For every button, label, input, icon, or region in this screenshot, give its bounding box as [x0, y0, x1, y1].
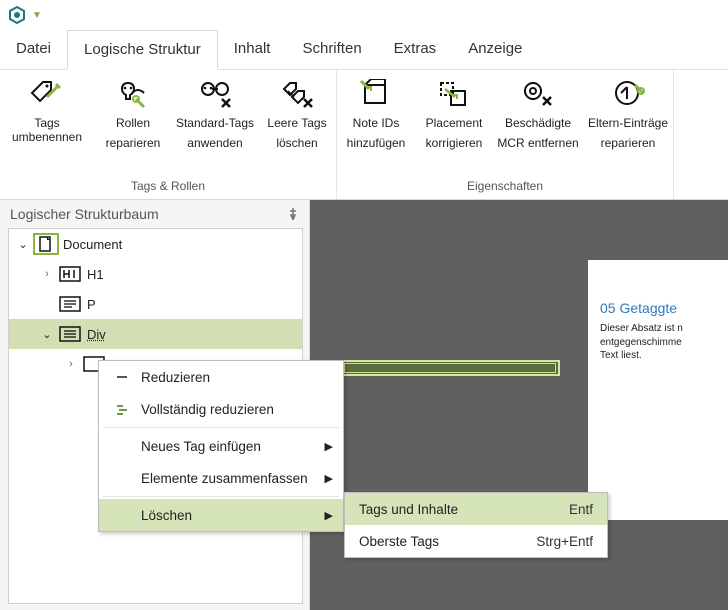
panel-title-text: Logischer Strukturbaum	[10, 206, 159, 222]
context-submenu-loeschen: Tags und Inhalte Entf Oberste Tags Strg+…	[344, 492, 608, 558]
delete-empty-tags-icon	[278, 78, 316, 110]
selection-highlight	[340, 360, 560, 376]
menu-label: Tags und Inhalte	[359, 502, 458, 517]
menu-item-vollstaendig-reduzieren[interactable]: Vollständig reduzieren	[99, 393, 343, 425]
tree-node-document[interactable]: ⌄ Document	[9, 229, 302, 259]
expand-icon[interactable]: ⌄	[41, 328, 53, 341]
menu-label: Vollständig reduzieren	[141, 402, 274, 417]
btn-label-1: Leere Tags	[267, 116, 326, 130]
btn-label-2: hinzufügen	[347, 136, 406, 150]
note-ids-button[interactable]: Note IDs hinzufügen	[337, 70, 415, 175]
btn-label-2: reparieren	[106, 136, 161, 150]
document-page: 05 Getaggte Dieser Absatz ist n entgegen…	[588, 260, 728, 520]
menu-separator	[103, 427, 339, 428]
tab-inhalt[interactable]: Inhalt	[218, 30, 287, 69]
node-label: Div	[87, 327, 106, 342]
document-icon	[33, 233, 59, 255]
div-tag-icon	[57, 323, 83, 345]
title-bar: ▼	[0, 0, 728, 30]
app-logo-icon	[8, 6, 26, 24]
btn-label-2: korrigieren	[426, 136, 483, 150]
menu-label: Löschen	[141, 508, 192, 523]
rename-tags-icon	[28, 78, 66, 110]
menu-item-neues-tag[interactable]: Neues Tag einfügen ▶	[99, 430, 343, 462]
pin-icon[interactable]	[287, 208, 299, 220]
standard-tags-icon	[196, 78, 234, 110]
btn-label-1: Eltern-Einträge	[588, 116, 668, 130]
shortcut-text: Entf	[569, 502, 593, 517]
tab-extras[interactable]: Extras	[378, 30, 453, 69]
placement-korrigieren-button[interactable]: Placement korrigieren	[415, 70, 493, 175]
doc-heading: 05 Getaggte	[600, 300, 728, 316]
ribbon-group-eigenschaften: Note IDs hinzufügen Placement korrigiere…	[337, 70, 674, 199]
doc-text: Dieser Absatz ist n entgegenschimme Text…	[600, 322, 728, 363]
p-tag-icon	[57, 293, 83, 315]
submenu-arrow-icon: ▶	[325, 440, 333, 453]
placement-icon	[435, 78, 473, 110]
btn-label-2: reparieren	[601, 136, 656, 150]
menu-label: Reduzieren	[141, 370, 210, 385]
repair-parents-icon	[609, 78, 647, 110]
btn-label: Tags umbenennen	[2, 116, 92, 145]
btn-label-1: Standard-Tags	[176, 116, 254, 130]
btn-label-1: Beschädigte	[505, 116, 571, 130]
submenu-item-tags-inhalte[interactable]: Tags und Inhalte Entf	[345, 493, 607, 525]
expand-icon[interactable]: ⌄	[17, 238, 29, 251]
menu-item-reduzieren[interactable]: Reduzieren	[99, 361, 343, 393]
context-menu: Reduzieren Vollständig reduzieren Neues …	[98, 360, 344, 532]
tab-anzeige[interactable]: Anzeige	[452, 30, 538, 69]
node-label: P	[87, 297, 96, 312]
tree-node-h1[interactable]: › H1	[9, 259, 302, 289]
menu-separator	[103, 496, 339, 497]
btn-label-2: löschen	[276, 136, 317, 150]
collapse-all-icon	[113, 402, 131, 416]
tags-umbenennen-button[interactable]: Tags umbenennen	[0, 70, 94, 175]
node-label: Document	[63, 237, 122, 252]
expand-icon[interactable]: ›	[65, 358, 77, 370]
btn-label-1: Placement	[426, 116, 483, 130]
standard-tags-anwenden-button[interactable]: Standard-Tags anwenden	[172, 70, 258, 175]
submenu-item-oberste-tags[interactable]: Oberste Tags Strg+Entf	[345, 525, 607, 557]
ribbon: Tags umbenennen Rollen reparieren Standa…	[0, 70, 728, 200]
btn-label-1: Note IDs	[353, 116, 400, 130]
tree-node-p[interactable]: › P	[9, 289, 302, 319]
group-label: Eigenschaften	[337, 175, 673, 199]
submenu-arrow-icon: ▶	[325, 472, 333, 485]
expand-icon[interactable]: ›	[41, 268, 53, 280]
menu-item-elemente-zusammenfassen[interactable]: Elemente zusammenfassen ▶	[99, 462, 343, 494]
node-label: H1	[87, 267, 104, 282]
btn-label-2: anwenden	[187, 136, 242, 150]
shortcut-text: Strg+Entf	[536, 534, 593, 549]
collapse-icon	[113, 370, 131, 384]
repair-roles-icon	[114, 78, 152, 110]
submenu-arrow-icon: ▶	[325, 509, 333, 522]
tree-node-div[interactable]: ⌄ Div	[9, 319, 302, 349]
tab-logische-struktur[interactable]: Logische Struktur	[67, 30, 218, 70]
mcr-remove-icon	[519, 78, 557, 110]
mcr-entfernen-button[interactable]: Beschädigte MCR entfernen	[493, 70, 583, 175]
btn-label-1: Rollen	[116, 116, 150, 130]
menu-item-loeschen[interactable]: Löschen ▶	[99, 499, 343, 531]
menu-label: Elemente zusammenfassen	[141, 471, 308, 486]
group-label: Tags & Rollen	[0, 175, 336, 199]
menu-label: Oberste Tags	[359, 534, 439, 549]
btn-label-2: MCR entfernen	[497, 136, 578, 150]
tab-schriften[interactable]: Schriften	[286, 30, 377, 69]
tab-bar: Datei Logische Struktur Inhalt Schriften…	[0, 30, 728, 70]
app-menu-dropdown-icon[interactable]: ▼	[32, 10, 42, 21]
tab-datei[interactable]: Datei	[0, 30, 67, 69]
rollen-reparieren-button[interactable]: Rollen reparieren	[94, 70, 172, 175]
h1-tag-icon	[57, 263, 83, 285]
eltern-reparieren-button[interactable]: Eltern-Einträge reparieren	[583, 70, 673, 175]
note-ids-icon	[357, 78, 395, 110]
panel-header: Logischer Strukturbaum	[0, 200, 309, 228]
menu-label: Neues Tag einfügen	[141, 439, 261, 454]
ribbon-group-tags-rollen: Tags umbenennen Rollen reparieren Standa…	[0, 70, 337, 199]
leere-tags-loeschen-button[interactable]: Leere Tags löschen	[258, 70, 336, 175]
